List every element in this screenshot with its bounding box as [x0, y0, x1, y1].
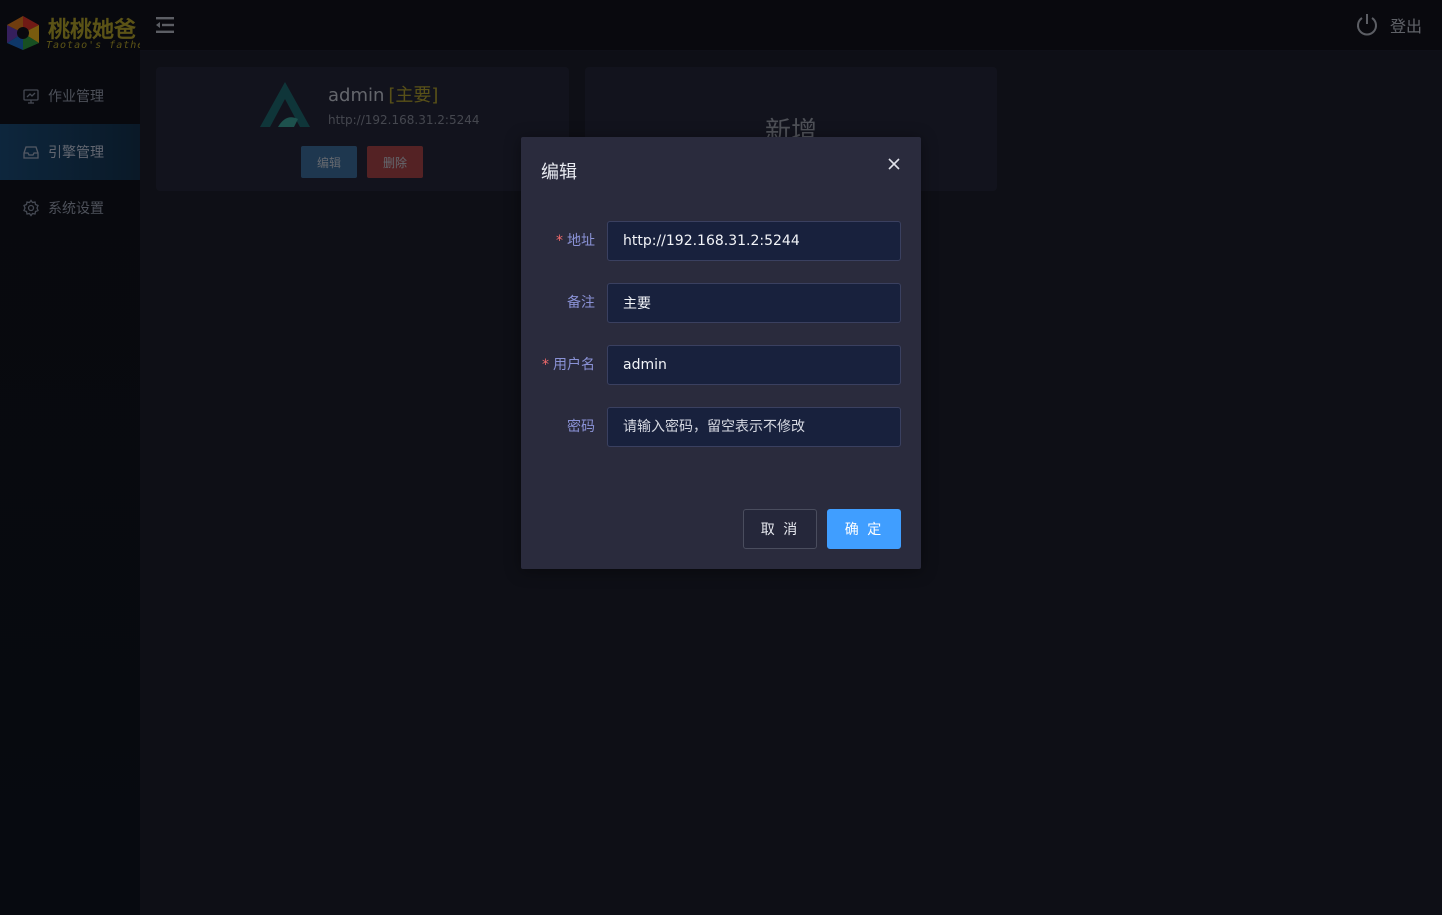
- username-label: * 用户名: [542, 357, 595, 373]
- password-label: 密码: [567, 419, 595, 435]
- cancel-button[interactable]: 取 消: [743, 509, 817, 549]
- remark-label: 备注: [567, 295, 595, 311]
- password-input[interactable]: [607, 407, 901, 447]
- remark-input[interactable]: [607, 283, 901, 323]
- confirm-button[interactable]: 确 定: [827, 509, 901, 549]
- edit-dialog: 编辑 *地址 备注 *用户名 密码 取 消 确 定: [521, 137, 921, 569]
- username-row: * 用户名: [521, 345, 921, 385]
- close-icon[interactable]: [887, 157, 901, 171]
- required-mark: *: [542, 357, 549, 373]
- address-label: * 地址: [556, 233, 595, 249]
- dialog-title: 编辑: [541, 162, 577, 183]
- remark-row: 备注: [521, 283, 921, 323]
- required-mark: *: [556, 233, 563, 249]
- username-input[interactable]: [607, 345, 901, 385]
- address-row: * 地址: [521, 221, 921, 261]
- address-input[interactable]: [607, 221, 901, 261]
- password-row: 密码: [521, 407, 921, 447]
